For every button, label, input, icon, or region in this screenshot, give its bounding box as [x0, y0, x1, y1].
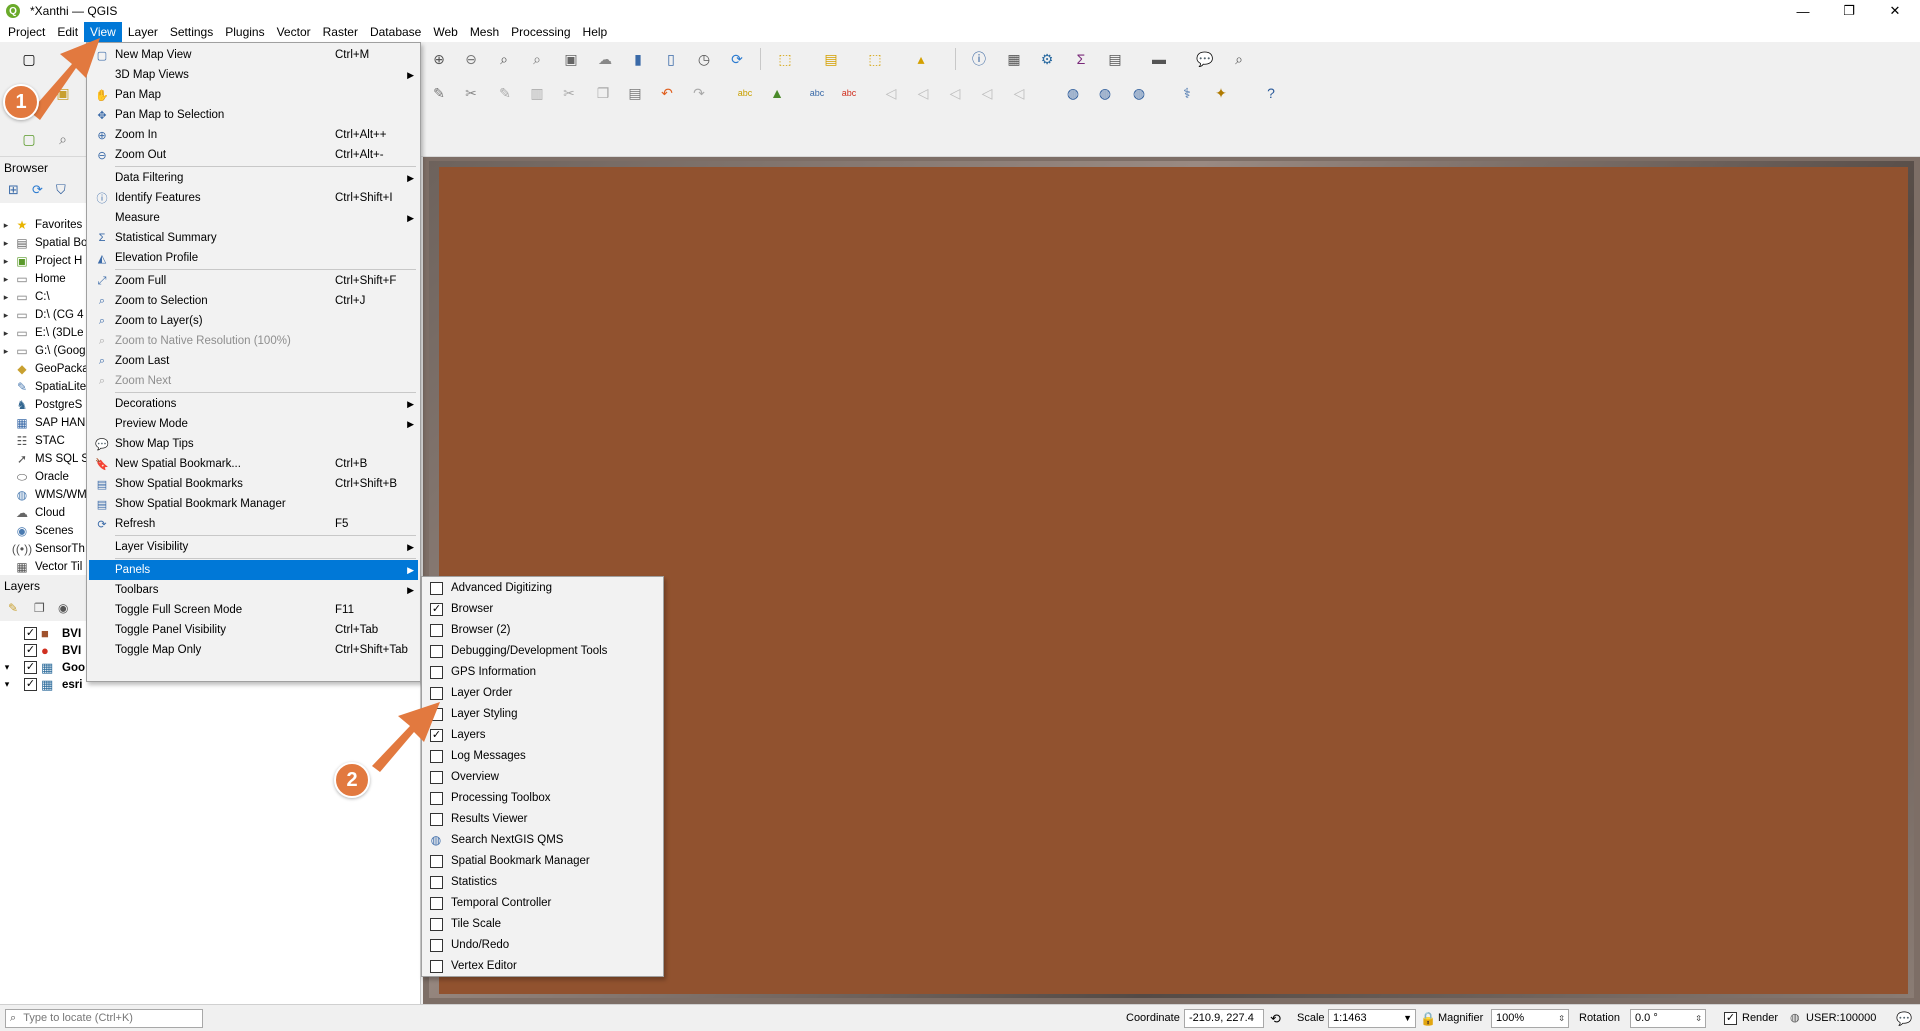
step-badge-2: 2	[334, 762, 370, 798]
annotation-overlay	[30, 38, 440, 772]
arrow-1	[30, 38, 100, 120]
arrow-2	[372, 702, 440, 772]
step-badge-1: 1	[3, 84, 39, 120]
